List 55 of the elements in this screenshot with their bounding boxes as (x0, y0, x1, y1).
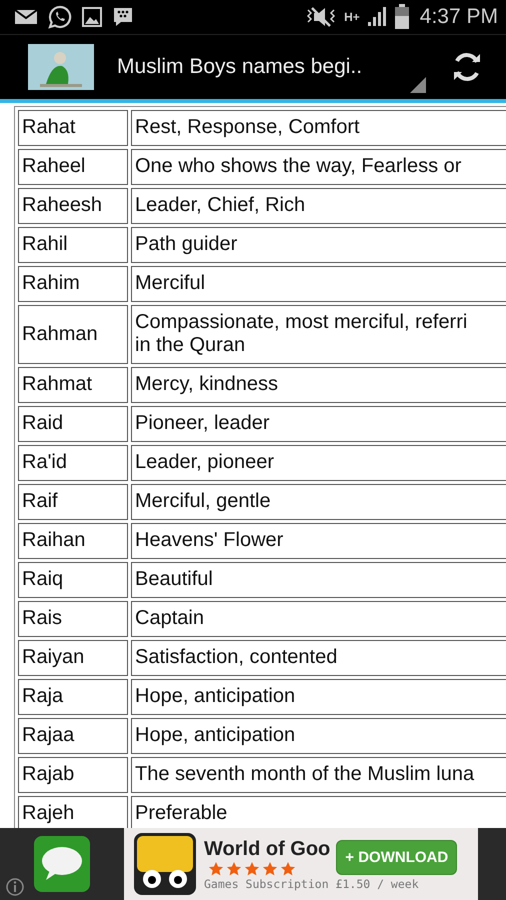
chat-icon (112, 6, 134, 28)
star-icon (280, 860, 296, 876)
meaning-cell: Satisfaction, contented (131, 640, 506, 676)
name-cell: Rajab (18, 757, 128, 793)
name-cell: Rahmat (18, 367, 128, 403)
meaning-cell: Beautiful (131, 562, 506, 598)
image-icon (82, 7, 102, 27)
meaning-cell: Hope, anticipation (131, 679, 506, 715)
info-icon[interactable] (6, 878, 24, 896)
meaning-cell: Merciful, gentle (131, 484, 506, 520)
name-cell: Rahim (18, 266, 128, 302)
meaning-cell: Compassionate, most merciful, referri in the Quran (131, 305, 506, 364)
meaning-cell: The seventh month of the Muslim luna (131, 757, 506, 793)
name-cell: Ra'id (18, 445, 128, 481)
meaning-cell: Path guider (131, 227, 506, 263)
mail-icon (14, 8, 38, 26)
title-spinner[interactable]: Muslim Boys names begi.. (94, 35, 430, 99)
name-cell: Rahat (18, 110, 128, 146)
name-cell: Raihan (18, 523, 128, 559)
meaning-cell: Pioneer, leader (131, 406, 506, 442)
name-cell: Rahil (18, 227, 128, 263)
name-cell: Raja (18, 679, 128, 715)
meaning-cell: Rest, Response, Comfort (131, 110, 506, 146)
meaning-cell: Captain (131, 601, 506, 637)
signal-icon (366, 6, 388, 28)
meaning-cell: One who shows the way, Fearless or (131, 149, 506, 185)
star-icon (208, 860, 224, 876)
game-logo-icon (134, 833, 196, 895)
clock: 4:37 PM (420, 5, 498, 29)
app-icon[interactable] (28, 44, 94, 90)
meaning-cell: Leader, pioneer (131, 445, 506, 481)
star-icon (262, 860, 278, 876)
chat-bubble-icon (48, 5, 72, 29)
name-cell: Raiq (18, 562, 128, 598)
meaning-cell: Mercy, kindness (131, 367, 506, 403)
name-cell: Raid (18, 406, 128, 442)
meaning-cell: Hope, anticipation (131, 718, 506, 754)
network-type: H+ (344, 10, 360, 24)
ad-subtitle: Games Subscription £1.50 / week (204, 876, 420, 890)
ad-banner[interactable]: World of Goo + DOWNLOAD Games Subscription £1.50 / week (0, 828, 506, 900)
star-icon (226, 860, 242, 876)
name-cell: Rais (18, 601, 128, 637)
star-icon (244, 860, 260, 876)
meaning-cell: Merciful (131, 266, 506, 302)
message-app-icon (34, 836, 90, 892)
name-cell: Raif (18, 484, 128, 520)
name-cell: Rahman (18, 305, 128, 364)
name-cell: Raheel (18, 149, 128, 185)
meaning-cell: Leader, Chief, Rich (131, 188, 506, 224)
name-cell: Rajaa (18, 718, 128, 754)
battery-icon (394, 4, 410, 30)
name-cell: Raheesh (18, 188, 128, 224)
meaning-cell: Heavens' Flower (131, 523, 506, 559)
ad-title: World of Goo (204, 838, 330, 860)
name-cell: Raiyan (18, 640, 128, 676)
